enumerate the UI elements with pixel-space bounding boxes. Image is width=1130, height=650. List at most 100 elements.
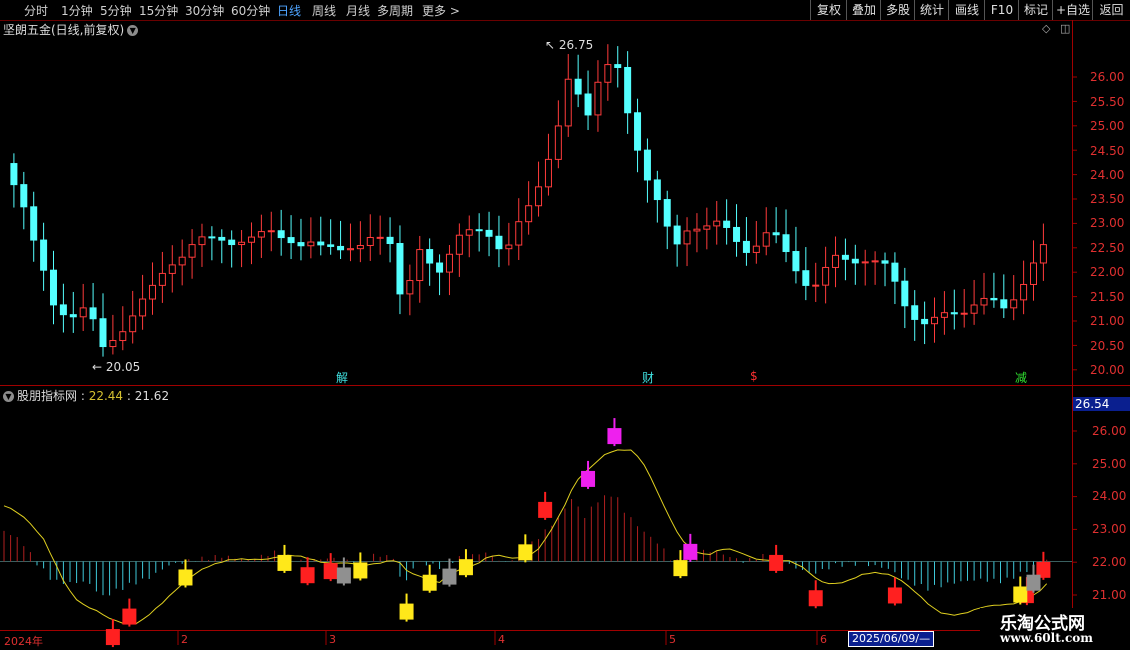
candle-body xyxy=(604,64,612,83)
y-tick: 21.00 xyxy=(1090,314,1125,328)
candle-body xyxy=(228,239,236,246)
signal-candle xyxy=(518,544,533,561)
indicator-title: ▼ 股朋指标网 : 22.44 : 21.62 xyxy=(3,387,169,404)
low-price-label: ← 20.05 xyxy=(92,360,141,374)
candle-body xyxy=(792,251,800,272)
candle-body xyxy=(376,236,384,239)
candle-body xyxy=(742,240,750,253)
y-tick: 25.50 xyxy=(1090,95,1125,109)
y-tick: 24.00 xyxy=(1090,168,1125,182)
candle-body xyxy=(10,163,18,186)
signal-candle xyxy=(399,603,414,620)
candle-body xyxy=(653,179,661,201)
ind-y-tick: 26.00 xyxy=(1092,424,1127,438)
y-tick: 24.50 xyxy=(1090,144,1125,158)
timeline-label: 5 xyxy=(669,633,676,646)
candle-body xyxy=(129,315,137,333)
signal-candle xyxy=(887,587,902,604)
candle-body xyxy=(198,236,206,246)
signal-candle xyxy=(323,563,338,580)
candle-body xyxy=(277,230,285,239)
y-tick: 21.50 xyxy=(1090,290,1125,304)
candle-body xyxy=(99,318,107,348)
candle-body xyxy=(1010,299,1018,309)
candle-body xyxy=(663,199,671,227)
ind-y-tick: 24.00 xyxy=(1092,489,1127,503)
candle-body xyxy=(970,304,978,314)
candle-body xyxy=(287,237,295,244)
candle-body xyxy=(851,258,859,264)
indicator-name: 股朋指标网 xyxy=(17,389,78,403)
candle-body xyxy=(693,228,701,232)
candle-body xyxy=(297,242,305,247)
candle-body xyxy=(921,318,929,325)
candle-body xyxy=(346,248,354,251)
candle-body xyxy=(812,284,820,287)
candle-body xyxy=(1020,283,1028,301)
candle-body xyxy=(891,262,899,282)
candle-body xyxy=(416,249,424,282)
ind-y-tick: 23.00 xyxy=(1092,522,1127,536)
candle-body xyxy=(911,305,919,320)
signal-candle xyxy=(105,629,120,646)
timeline-label: 4 xyxy=(498,633,505,646)
signal-candle xyxy=(178,569,193,586)
candle-body xyxy=(327,244,335,247)
signal-candle xyxy=(442,568,457,585)
candle-body xyxy=(515,221,523,246)
candle-body xyxy=(79,307,87,318)
candle-body xyxy=(465,229,473,236)
candle-body xyxy=(723,220,731,228)
timeline-label: 6 xyxy=(820,633,827,646)
chevron-down-icon[interactable]: ▼ xyxy=(3,391,14,402)
candle-body xyxy=(158,272,166,286)
candle-body xyxy=(901,280,909,307)
candle-body xyxy=(267,230,275,233)
candle-body xyxy=(703,225,711,230)
event-marker-jian[interactable]: 减 xyxy=(1015,369,1027,386)
candle-body xyxy=(871,260,879,263)
candle-body xyxy=(772,232,780,236)
candle-body xyxy=(89,307,97,320)
candle-body xyxy=(257,231,265,238)
candle-body xyxy=(733,226,741,242)
candle-body xyxy=(564,78,572,127)
signal-candle xyxy=(458,559,473,576)
candle-body xyxy=(1030,262,1038,285)
event-marker-dollar[interactable]: $ xyxy=(750,369,758,383)
candle-body xyxy=(148,284,156,300)
candle-body xyxy=(139,298,147,317)
y-tick: 26.00 xyxy=(1090,70,1125,84)
candle-body xyxy=(59,304,67,316)
candle-body xyxy=(20,184,28,208)
candle-body xyxy=(455,234,463,255)
ind-y-tick: 21.00 xyxy=(1092,588,1127,602)
y-tick: 23.00 xyxy=(1090,216,1125,230)
candle-body xyxy=(822,266,830,286)
candle-body xyxy=(426,249,434,264)
signal-candle xyxy=(122,608,137,625)
candle-body xyxy=(931,316,939,325)
candle-body xyxy=(30,206,38,241)
timeline-label: 3 xyxy=(329,633,336,646)
signal-candle xyxy=(581,470,596,487)
candle-body xyxy=(713,220,721,227)
y-tick: 22.00 xyxy=(1090,265,1125,279)
candle-body xyxy=(188,244,196,258)
signal-candle xyxy=(808,590,823,607)
candle-body xyxy=(980,297,988,306)
candle-body xyxy=(1000,299,1008,309)
candle-body xyxy=(643,149,651,181)
candle-body xyxy=(990,297,998,301)
event-marker-cai[interactable]: 财 xyxy=(642,369,654,386)
timeline-label: 2 xyxy=(181,633,188,646)
price-chart[interactable] xyxy=(0,0,1130,650)
candle-body xyxy=(475,229,483,232)
candle-body xyxy=(683,230,691,245)
signal-candle xyxy=(300,567,315,584)
candle-body xyxy=(762,232,770,247)
candle-body xyxy=(49,269,57,306)
low-price-value: 20.05 xyxy=(105,360,141,374)
candle-body xyxy=(119,331,127,342)
event-marker-jie[interactable]: 解 xyxy=(336,369,348,386)
